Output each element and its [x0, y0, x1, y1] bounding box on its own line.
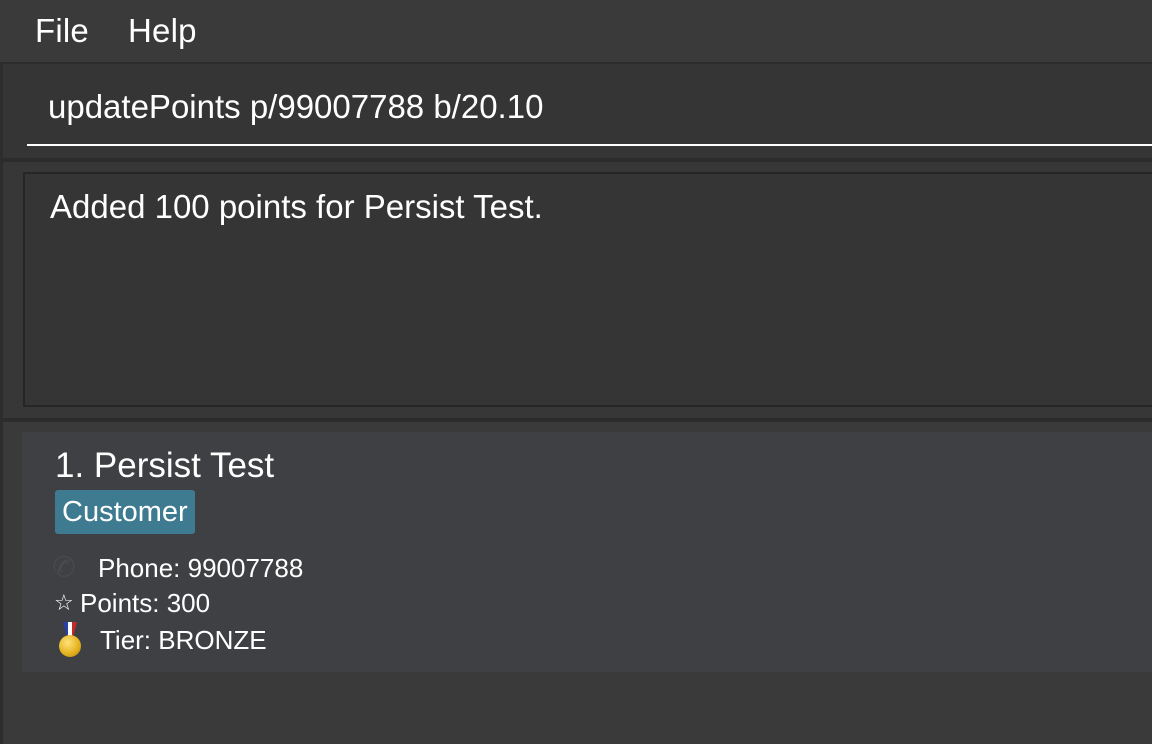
menu-help[interactable]: Help	[128, 12, 197, 50]
tier-text: Tier: BRONZE	[100, 624, 267, 655]
result-display: Added 100 points for Persist Test.	[23, 172, 1152, 407]
medal-icon	[56, 622, 88, 658]
person-name: 1. Persist Test	[55, 446, 275, 485]
result-message: Added 100 points for Persist Test.	[50, 188, 543, 225]
menu-bar: File Help	[0, 0, 1152, 64]
phone-row: ✆ Phone: 99007788	[49, 548, 304, 586]
points-text: Points: 300	[80, 588, 211, 618]
person-tag: Customer	[55, 490, 195, 534]
star-icon: ☆	[54, 591, 74, 616]
command-box-pane	[0, 64, 1152, 158]
menu-file[interactable]: File	[35, 12, 89, 50]
command-input[interactable]	[27, 70, 1152, 146]
points-row: ☆ Points: 300	[52, 588, 210, 619]
result-display-pane: Added 100 points for Persist Test.	[0, 162, 1152, 418]
phone-text: Phone: 99007788	[98, 553, 304, 583]
tier-row: Tier: BRONZE	[52, 622, 267, 658]
person-list-pane: 1. Persist Test Customer ✆ Phone: 990077…	[0, 422, 1152, 744]
phone-icon: ✆	[49, 548, 79, 586]
person-card[interactable]: 1. Persist Test Customer ✆ Phone: 990077…	[22, 432, 1152, 672]
